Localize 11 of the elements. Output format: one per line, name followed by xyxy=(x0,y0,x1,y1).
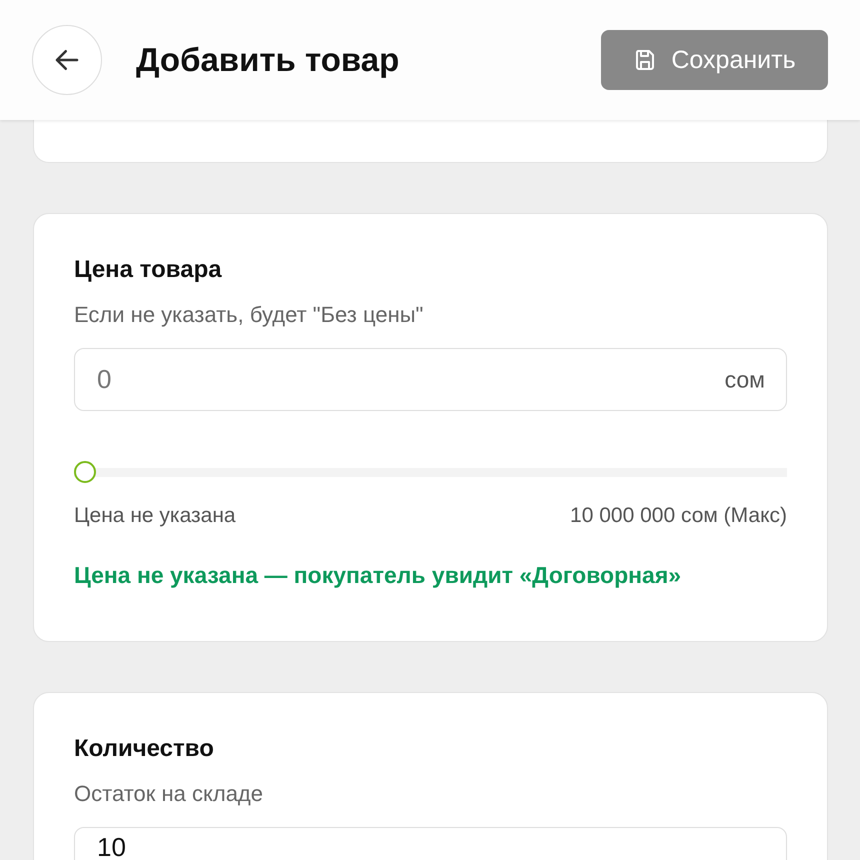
min-label: Цена не указана xyxy=(74,504,236,528)
currency-suffix: сом xyxy=(724,366,765,393)
slider-thumb[interactable] xyxy=(74,461,96,483)
section-title: Количество xyxy=(74,735,215,763)
max-label: 10 000 000 сом (Макс) xyxy=(570,504,787,528)
price-message: Цена не указана — покупатель увидит «Договорная» xyxy=(74,562,682,589)
section-title: Цена товара xyxy=(74,256,223,284)
section-hint: Остаток на складе xyxy=(74,781,264,807)
quantity-field[interactable]: 10 xyxy=(74,827,787,860)
section-hint: Если не указать, будет "Без цены" xyxy=(74,302,424,328)
page-title: Добавить товар xyxy=(136,41,400,79)
